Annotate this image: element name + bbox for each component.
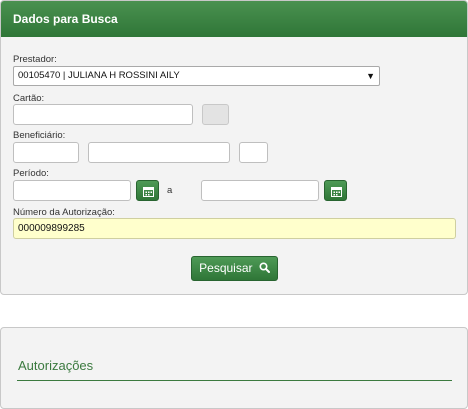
- periodo-separator: a: [167, 185, 173, 196]
- cartao-field[interactable]: [13, 104, 193, 125]
- periodo-end-calendar-button[interactable]: [324, 180, 347, 201]
- numero-autorizacao-label: Número da Autorização:: [13, 207, 115, 218]
- pesquisar-button-label: Pesquisar: [199, 261, 253, 275]
- periodo-end-input[interactable]: [202, 181, 318, 200]
- pesquisar-button[interactable]: Pesquisar: [191, 256, 278, 281]
- periodo-start-calendar-button[interactable]: [136, 180, 159, 201]
- results-panel-divider: [17, 380, 452, 381]
- cartao-lookup-button[interactable]: [202, 104, 229, 125]
- search-icon: [259, 262, 270, 273]
- search-panel: Dados para Busca Prestador: 00105470 | J…: [0, 0, 468, 295]
- dropdown-arrow-icon: ▼: [366, 71, 375, 81]
- periodo-label: Período:: [13, 168, 49, 179]
- search-panel-title: Dados para Busca: [1, 1, 467, 37]
- beneficiario-name-input[interactable]: [89, 143, 229, 162]
- results-panel-title: Autorizações: [18, 358, 94, 373]
- cartao-label: Cartão:: [13, 93, 45, 104]
- results-panel: Autorizações: [0, 327, 468, 409]
- numero-autorizacao-field[interactable]: 000009899285: [13, 218, 456, 239]
- beneficiario-code-input[interactable]: [14, 143, 78, 162]
- periodo-end-field[interactable]: [201, 180, 319, 201]
- periodo-start-field[interactable]: [13, 180, 131, 201]
- beneficiario-digit-field[interactable]: [239, 142, 268, 163]
- cartao-input[interactable]: [14, 105, 192, 124]
- calendar-icon: [331, 187, 342, 197]
- beneficiario-digit-input[interactable]: [240, 143, 267, 162]
- calendar-icon: [143, 187, 154, 197]
- beneficiario-name-field[interactable]: [88, 142, 230, 163]
- periodo-start-input[interactable]: [14, 181, 130, 200]
- search-panel-body: Prestador: 00105470 | JULIANA H ROSSINI …: [1, 37, 467, 294]
- beneficiario-code-field[interactable]: [13, 142, 79, 163]
- prestador-select[interactable]: 00105470 | JULIANA H ROSSINI AILY ▼: [13, 66, 380, 86]
- prestador-label: Prestador:: [13, 54, 57, 65]
- numero-autorizacao-value: 000009899285: [18, 223, 85, 234]
- beneficiario-label: Beneficiário:: [13, 130, 66, 141]
- prestador-selected-value: 00105470 | JULIANA H ROSSINI AILY: [18, 70, 180, 81]
